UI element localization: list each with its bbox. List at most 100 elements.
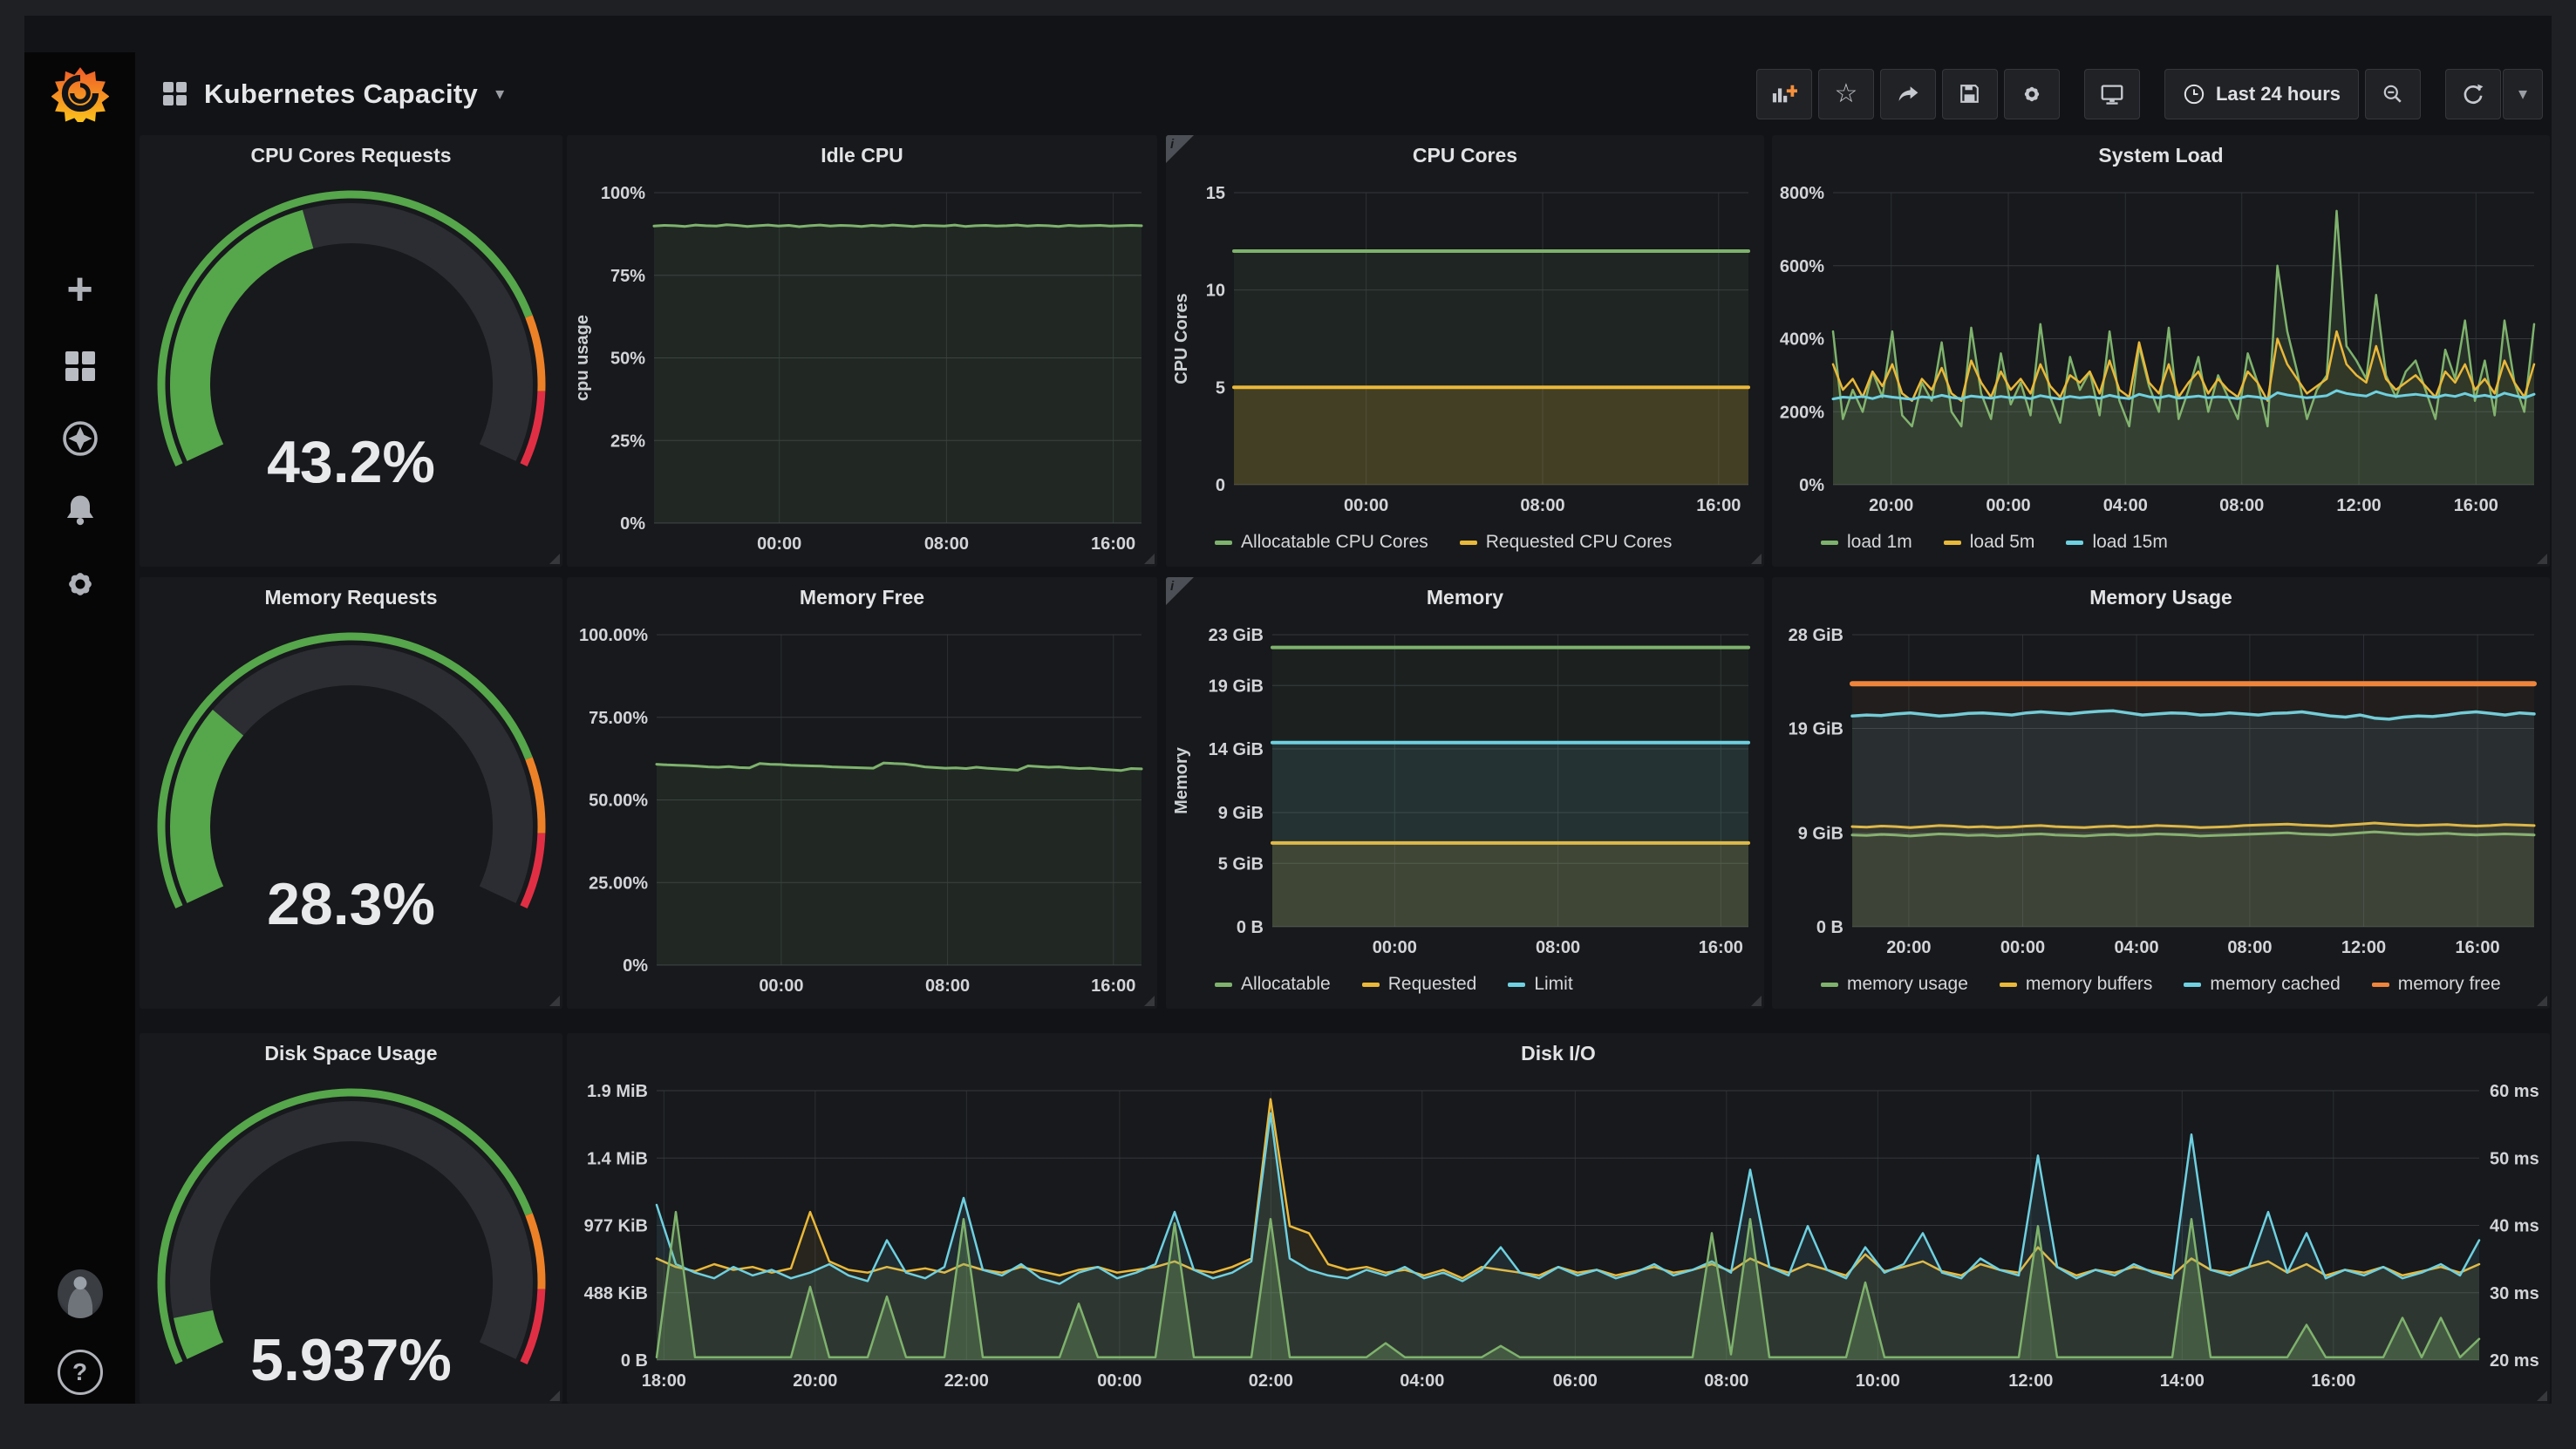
legend-item[interactable]: load 5m [1944, 532, 2035, 553]
y-axis-label: cpu usage [573, 315, 592, 401]
y-tick-label: 800% [1780, 184, 1824, 203]
cpu-cores-chart[interactable]: 05101500:0008:0016:00CPU Cores [1171, 179, 1759, 520]
toolbar: ☆ Last 24 hours ▾ [1750, 69, 2543, 119]
dashboards-grid-icon[interactable] [58, 344, 103, 389]
explore-compass-icon[interactable] [58, 416, 103, 461]
panel-title[interactable]: Memory Usage [1772, 586, 2550, 609]
create-plus-icon[interactable]: + [58, 267, 103, 312]
panel-resize-handle[interactable] [549, 996, 560, 1006]
x-tick-label: 08:00 [1536, 938, 1580, 957]
y-tick-label: 50.00% [589, 792, 648, 811]
idle-cpu-canvas: 0%25%50%75%100%00:0008:0016:00cpu usage [572, 179, 1152, 558]
panel-idle-cpu: Idle CPU 0%25%50%75%100%00:0008:0016:00c… [567, 135, 1157, 567]
grafana-logo[interactable] [51, 65, 109, 122]
panel-title[interactable]: Memory [1166, 586, 1764, 609]
panel-resize-handle[interactable] [549, 1391, 560, 1401]
x-tick-label: 02:00 [1249, 1371, 1293, 1391]
legend-item[interactable]: load 15m [2066, 532, 2167, 553]
panel-disk-space-usage: Disk Space Usage 5.937% [140, 1033, 562, 1404]
legend-item[interactable]: Requested [1362, 974, 1477, 995]
memory-usage-chart[interactable]: 0 B9 GiB19 GiB28 GiB20:0000:0004:0008:00… [1777, 621, 2545, 962]
time-range-label: Last 24 hours [2216, 83, 2341, 105]
legend-item[interactable]: Requested CPU Cores [1460, 532, 1673, 553]
chart-legend: Allocatable Requested Limit [1215, 967, 1754, 1002]
panel-title[interactable]: CPU Cores Requests [140, 144, 562, 167]
legend-item[interactable]: Allocatable CPU Cores [1215, 532, 1428, 553]
zoom-out-button[interactable] [2365, 69, 2421, 119]
memory-free-canvas: 0%25.00%50.00%75.00%100.00%00:0008:0016:… [572, 621, 1152, 1000]
chart-legend: Allocatable CPU Cores Requested CPU Cores [1215, 525, 1754, 560]
save-button[interactable] [1942, 69, 1998, 119]
refresh-button[interactable] [2445, 69, 2501, 119]
add-panel-button[interactable] [1756, 69, 1812, 119]
panel-title[interactable]: CPU Cores [1166, 144, 1764, 167]
panel-title[interactable]: Disk Space Usage [140, 1042, 562, 1065]
user-avatar[interactable] [58, 1271, 103, 1316]
refresh-interval-dropdown[interactable]: ▾ [2503, 69, 2543, 119]
x-tick-label: 12:00 [2336, 496, 2381, 515]
panel-cpu-cores: i CPU Cores 05101500:0008:0016:00CPU Cor… [1166, 135, 1764, 567]
panel-resize-handle[interactable] [2537, 1391, 2547, 1401]
dashboard-settings-button[interactable] [2004, 69, 2060, 119]
configuration-gear-icon[interactable] [58, 561, 103, 607]
memory-usage-canvas: 0 B9 GiB19 GiB28 GiB20:0000:0004:0008:00… [1777, 621, 2545, 962]
idle-cpu-chart[interactable]: 0%25%50%75%100%00:0008:0016:00cpu usage [572, 179, 1152, 558]
disk-io-chart[interactable]: 0 B488 KiB977 KiB1.4 MiB1.9 MiB20 ms30 m… [572, 1077, 2545, 1395]
tv-mode-button[interactable] [2084, 69, 2140, 119]
alerting-bell-icon[interactable] [58, 487, 103, 533]
x-tick-label: 16:00 [2311, 1371, 2355, 1391]
legend-item[interactable]: load 1m [1821, 532, 1912, 553]
x-tick-label: 18:00 [642, 1371, 686, 1391]
x-tick-label: 12:00 [2008, 1371, 2053, 1391]
x-tick-label: 00:00 [757, 534, 801, 554]
star-button[interactable]: ☆ [1818, 69, 1874, 119]
legend-item[interactable]: Allocatable [1215, 974, 1331, 995]
legend-label: memory cached [2210, 974, 2340, 995]
gauge-track [190, 665, 513, 895]
x-tick-label: 00:00 [1344, 496, 1388, 515]
y-tick-label: 75.00% [589, 709, 648, 728]
dashboards-grid-glyph [65, 351, 95, 381]
panel-resize-handle[interactable] [1144, 554, 1155, 564]
time-range-picker[interactable]: Last 24 hours [2164, 69, 2359, 119]
y-tick-label: 75% [610, 267, 645, 286]
panel-cpu-cores-requests: CPU Cores Requests 43.2% [140, 135, 562, 567]
y-tick-label: 0% [623, 956, 648, 976]
panel-memory: i Memory 0 B5 GiB9 GiB14 GiB19 GiB23 GiB… [1166, 577, 1764, 1009]
memory-free-chart[interactable]: 0%25.00%50.00%75.00%100.00%00:0008:0016:… [572, 621, 1152, 1000]
panel-title[interactable]: Memory Free [567, 586, 1157, 609]
legend-item[interactable]: memory cached [2184, 974, 2340, 995]
memory-chart[interactable]: 0 B5 GiB9 GiB14 GiB19 GiB23 GiB00:0008:0… [1171, 621, 1759, 962]
legend-label: load 15m [2092, 532, 2167, 553]
legend-item[interactable]: memory usage [1821, 974, 1968, 995]
panel-resize-handle[interactable] [2537, 996, 2547, 1006]
panel-title[interactable]: Idle CPU [567, 144, 1157, 167]
legend-item[interactable]: memory free [2372, 974, 2501, 995]
panel-memory-usage: Memory Usage 0 B9 GiB19 GiB28 GiB20:0000… [1772, 577, 2550, 1009]
panel-title[interactable]: System Load [1772, 144, 2550, 167]
legend-item[interactable]: Limit [1508, 974, 1572, 995]
y-tick-label: 0 B [621, 1351, 648, 1371]
panel-resize-handle[interactable] [1144, 996, 1155, 1006]
x-tick-label: 00:00 [759, 976, 803, 996]
system-load-chart[interactable]: 0%200%400%600%800%20:0000:0004:0008:0012… [1777, 179, 2545, 520]
panel-resize-handle[interactable] [549, 554, 560, 564]
y-tick-label: 977 KiB [584, 1217, 648, 1236]
share-button[interactable] [1880, 69, 1936, 119]
panel-title[interactable]: Disk I/O [567, 1042, 2550, 1065]
legend-label: memory buffers [2026, 974, 2153, 995]
legend-item[interactable]: memory buffers [2000, 974, 2153, 995]
dashboard-title-group[interactable]: Kubernetes Capacity ▾ [163, 78, 504, 110]
legend-swatch [1362, 983, 1380, 987]
y-tick-label: 25.00% [589, 874, 648, 893]
panel-title[interactable]: Memory Requests [140, 586, 562, 609]
y-tick-label: 100.00% [579, 626, 648, 645]
panel-resize-handle[interactable] [1751, 554, 1762, 564]
panel-resize-handle[interactable] [2537, 554, 2547, 564]
help-icon[interactable]: ? [58, 1350, 103, 1395]
gauge-value: 43.2% [140, 428, 562, 496]
cpu-cores-canvas: 05101500:0008:0016:00CPU Cores [1171, 179, 1759, 520]
panel-resize-handle[interactable] [1751, 996, 1762, 1006]
y-tick-label: 0% [1799, 476, 1824, 495]
chevron-down-icon: ▾ [2518, 83, 2527, 105]
